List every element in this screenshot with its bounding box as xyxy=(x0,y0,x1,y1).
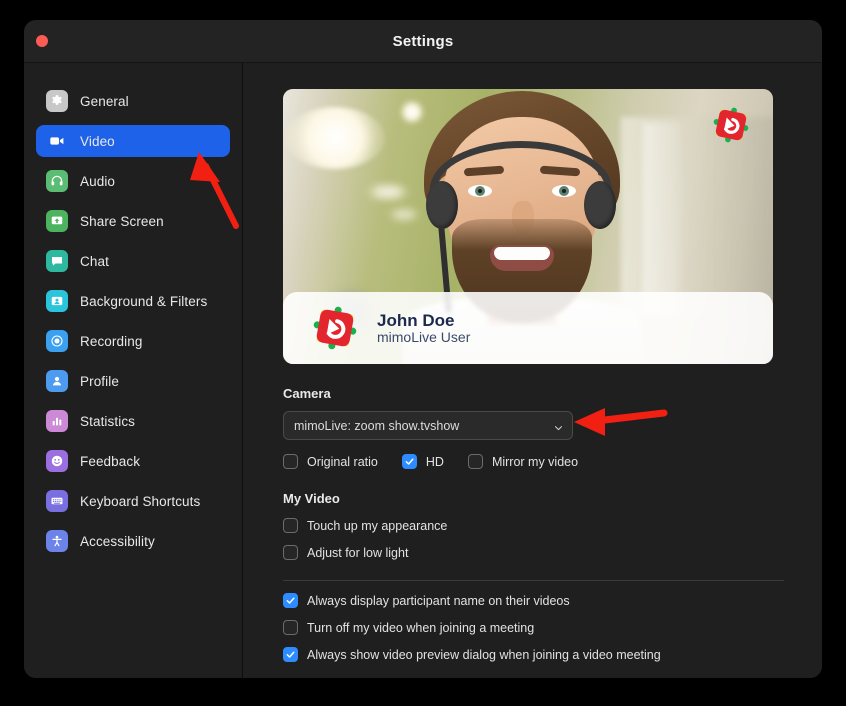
checkbox-option[interactable]: Touch up my appearance xyxy=(283,518,789,533)
participant-subtitle: mimoLive User xyxy=(377,328,471,345)
camera-section-title: Camera xyxy=(283,386,331,401)
checkbox-checked-icon[interactable] xyxy=(401,454,417,469)
window-titlebar: Settings xyxy=(24,20,822,63)
video-camera-icon xyxy=(46,130,68,152)
mimolive-logo-icon xyxy=(313,306,357,350)
sidebar-item-recording[interactable]: Recording xyxy=(36,325,230,357)
headphones-icon xyxy=(46,170,68,192)
headset-earcup-right xyxy=(584,181,616,229)
checkbox-option[interactable]: Always display participant name on their… xyxy=(283,593,789,608)
mimolive-logo-icon xyxy=(713,107,749,143)
sidebar-item-label: Chat xyxy=(80,253,109,269)
checkbox-unchecked-icon[interactable] xyxy=(467,454,483,469)
participant-name: John Doe xyxy=(377,310,455,330)
section-divider xyxy=(283,580,784,581)
sidebar-item-label: Recording xyxy=(80,333,143,349)
person-mouth xyxy=(490,245,554,271)
camera-options-row: Original ratio HD Mirror my video xyxy=(283,454,789,469)
page-title: Settings xyxy=(392,32,454,50)
accessibility-icon xyxy=(46,530,68,552)
sidebar-item-accessibility[interactable]: Accessibility xyxy=(36,525,230,557)
camera-select[interactable]: mimoLive: zoom show.tvshow xyxy=(283,411,573,440)
video-settings-panel: John Doe mimoLive User Camera mimoLive: … xyxy=(243,63,822,678)
sidebar-item-label: Profile xyxy=(80,373,119,389)
chevron-down-icon xyxy=(554,421,563,430)
person-icon xyxy=(46,370,68,392)
checkbox-option[interactable]: Mirror my video xyxy=(467,454,579,469)
lower-third-overlay: John Doe mimoLive User xyxy=(283,292,773,364)
background-light xyxy=(365,185,411,199)
checkbox-label: Mirror my video xyxy=(491,454,579,469)
sidebar-item-video[interactable]: Video xyxy=(36,125,230,157)
checkbox-checked-icon[interactable] xyxy=(283,593,298,608)
headset-earcup-left xyxy=(426,181,458,229)
camera-select-value: mimoLive: zoom show.tvshow xyxy=(294,418,460,433)
settings-sidebar: General Video Audio Share Screen Chat Backgro… xyxy=(24,63,243,678)
checkbox-unchecked-icon[interactable] xyxy=(283,620,298,635)
checkbox-option[interactable]: Original ratio xyxy=(283,454,378,469)
meeting-options: Always display participant name on their… xyxy=(283,593,789,662)
checkbox-label: HD xyxy=(425,454,444,469)
checkbox-checked-icon[interactable] xyxy=(283,647,298,662)
background-window-panel-2 xyxy=(643,123,681,313)
checkbox-option[interactable]: Always show video preview dialog when jo… xyxy=(283,647,789,662)
close-window-button[interactable] xyxy=(36,35,48,47)
gear-icon xyxy=(46,90,68,112)
sidebar-item-label: General xyxy=(80,93,129,109)
checkbox-unchecked-icon[interactable] xyxy=(283,454,298,469)
checkbox-option[interactable]: Adjust for low light xyxy=(283,545,789,560)
background-light-2 xyxy=(387,209,421,220)
checkbox-label: Always display participant name on their… xyxy=(307,593,570,608)
settings-window: Settings General Video Audio Share Screen Ch… xyxy=(24,20,822,678)
sidebar-item-label: Share Screen xyxy=(80,213,164,229)
checkbox-label: Original ratio xyxy=(307,454,378,469)
sidebar-item-chat[interactable]: Chat xyxy=(36,245,230,277)
sidebar-item-general[interactable]: General xyxy=(36,85,230,117)
smiley-icon xyxy=(46,450,68,472)
record-icon xyxy=(46,330,68,352)
keyboard-icon xyxy=(46,490,68,512)
window-body: General Video Audio Share Screen Chat Backgro… xyxy=(24,63,822,678)
sidebar-item-label: Video xyxy=(80,133,115,149)
checkbox-label: Adjust for low light xyxy=(307,545,409,560)
chat-bubble-icon xyxy=(46,250,68,272)
checkbox-label: Always show video preview dialog when jo… xyxy=(307,647,661,662)
my-video-section-title: My Video xyxy=(283,491,340,506)
sidebar-item-feedback[interactable]: Feedback xyxy=(36,445,230,477)
sidebar-item-label: Statistics xyxy=(80,413,136,429)
background-filters-icon xyxy=(46,290,68,312)
share-screen-icon xyxy=(46,210,68,232)
checkbox-label: Touch up my appearance xyxy=(307,518,448,533)
sidebar-item-label: Feedback xyxy=(80,453,141,469)
my-video-options: Touch up my appearance Adjust for low lig… xyxy=(283,518,789,560)
checkbox-unchecked-icon[interactable] xyxy=(283,545,298,560)
camera-preview: John Doe mimoLive User xyxy=(283,89,773,364)
sidebar-item-statistics[interactable]: Statistics xyxy=(36,405,230,437)
sidebar-item-keyboard-shortcuts[interactable]: Keyboard Shortcuts xyxy=(36,485,230,517)
screenshot-root: Settings General Video Audio Share Screen Ch… xyxy=(0,0,846,706)
headset-band-icon xyxy=(430,141,612,237)
sidebar-item-label: Audio xyxy=(80,173,116,189)
sidebar-item-label: Accessibility xyxy=(80,533,155,549)
sidebar-item-audio[interactable]: Audio xyxy=(36,165,230,197)
bar-chart-icon xyxy=(46,410,68,432)
sidebar-item-label: Keyboard Shortcuts xyxy=(80,493,201,509)
ceiling-light-small xyxy=(401,101,423,123)
sidebar-item-background-filters[interactable]: Background & Filters xyxy=(36,285,230,317)
sidebar-item-profile[interactable]: Profile xyxy=(36,365,230,397)
checkbox-unchecked-icon[interactable] xyxy=(283,518,298,533)
sidebar-item-share-screen[interactable]: Share Screen xyxy=(36,205,230,237)
checkbox-option[interactable]: Turn off my video when joining a meeting xyxy=(283,620,789,635)
sidebar-item-label: Background & Filters xyxy=(80,293,208,309)
checkbox-label: Turn off my video when joining a meeting xyxy=(307,620,535,635)
checkbox-option[interactable]: HD xyxy=(401,454,444,469)
ceiling-lamp xyxy=(285,107,385,169)
